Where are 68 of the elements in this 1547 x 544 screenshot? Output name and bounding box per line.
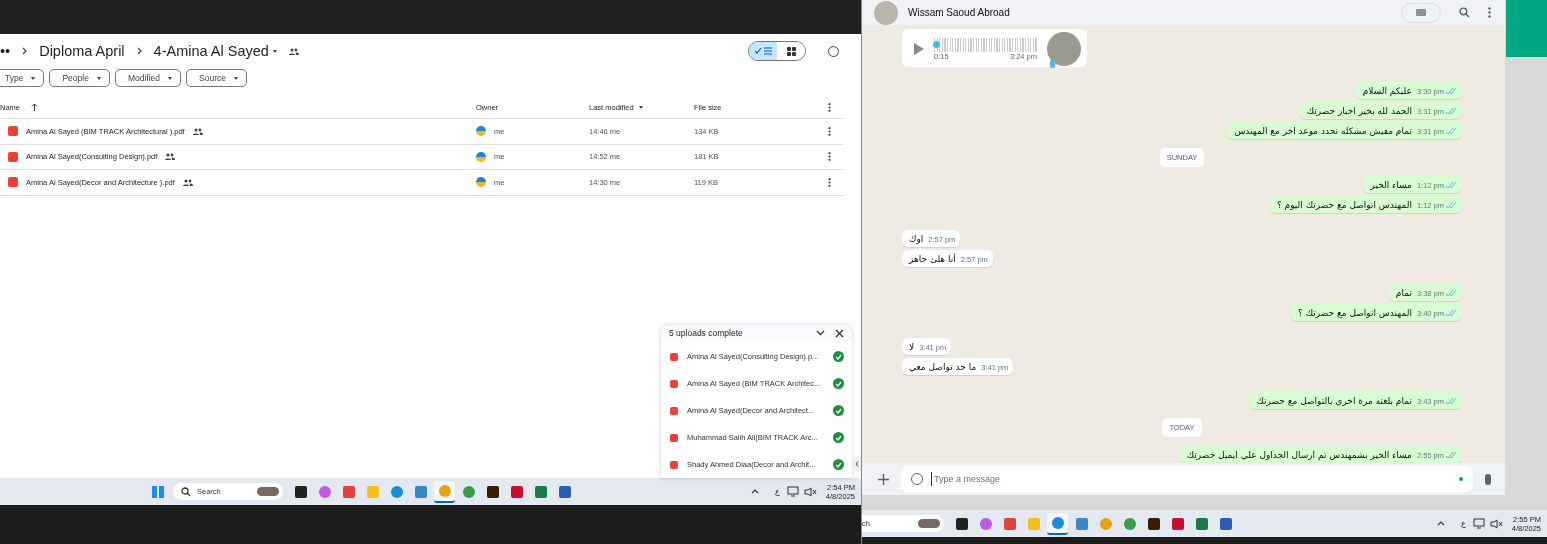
breadcrumb-folder[interactable]: Diploma April — [39, 43, 125, 59]
network-icon[interactable] — [1472, 518, 1487, 529]
keyboard-language[interactable]: ع — [1456, 519, 1470, 528]
message-composer[interactable]: Type a message — [901, 466, 1473, 493]
pdf-file-icon — [8, 151, 18, 162]
search-icon — [181, 486, 191, 497]
close-icon[interactable] — [835, 328, 844, 338]
owner-avatar — [476, 177, 486, 188]
owner-avatar — [476, 126, 486, 137]
status-dot — [1459, 477, 1463, 482]
sort-caret-icon — [638, 105, 643, 109]
window-background — [1506, 0, 1547, 57]
message-text: مساء الخير — [1370, 180, 1412, 191]
message-text: عليكم السلام — [1362, 86, 1412, 97]
owner-avatar — [476, 151, 486, 162]
more-options-icon[interactable] — [828, 126, 831, 136]
grid-icon — [786, 46, 796, 56]
play-icon[interactable] — [914, 43, 924, 56]
pdf-file-icon — [670, 406, 678, 415]
network-icon[interactable] — [786, 486, 801, 497]
message-text: تمام — [1395, 288, 1412, 299]
message-text: تمام بلغته مرة اخري بالتواصل مع حضرتك — [1256, 396, 1412, 407]
pdf-file-icon — [670, 379, 678, 388]
windows-start-icon[interactable] — [152, 485, 164, 498]
message-text: أنا هلئ جاهز — [909, 254, 956, 265]
current-folder-dropdown[interactable]: 4-Amina Al Sayed — [153, 43, 277, 59]
more-options-icon[interactable] — [828, 102, 831, 112]
pdf-file-icon — [8, 177, 18, 188]
chevron-up-icon[interactable] — [1436, 521, 1445, 526]
breadcrumb-overflow[interactable]: •• — [0, 43, 11, 59]
search-icon[interactable] — [1459, 7, 1470, 19]
message-text: ما حد تواصل معي — [909, 362, 977, 373]
message-text: تمام مفيش مشكله نحدد موعد اخر مع المهندس — [1234, 126, 1412, 137]
pdf-file-icon — [670, 433, 678, 442]
filter-chip[interactable]: People — [49, 69, 110, 87]
message-text: الحمد لله بخير اخبار حضرتك — [1306, 106, 1412, 117]
filter-chip[interactable]: Source — [186, 69, 247, 87]
chevron-up-icon[interactable] — [750, 489, 759, 494]
shared-people-icon — [288, 47, 299, 55]
message-text: المهندس اتواصل مع حضرتك ؟ — [1298, 308, 1412, 319]
message-text: مساء الخير بشمهندس تم ارسال الجداول علي ايميل حضرتك — [1186, 450, 1412, 461]
muted-speaker-icon[interactable] — [1489, 518, 1503, 529]
filter-chip[interactable]: Type — [0, 69, 45, 87]
keyboard-language[interactable]: ع — [770, 487, 784, 496]
chevron-left-icon — [855, 461, 859, 467]
pdf-file-icon — [8, 126, 18, 137]
pdf-file-icon — [670, 460, 678, 469]
filter-chip[interactable]: Modified — [114, 69, 182, 87]
list-view-button[interactable] — [749, 42, 777, 60]
chevron-down-icon[interactable] — [816, 330, 825, 336]
more-options-icon[interactable] — [828, 177, 831, 187]
message-text: لا — [909, 342, 915, 353]
checked-list-icon — [754, 47, 772, 55]
muted-speaker-icon[interactable] — [803, 486, 817, 497]
plus-icon[interactable] — [878, 473, 889, 485]
playback-slider-thumb[interactable] — [933, 41, 941, 49]
chevron-right-icon — [136, 47, 142, 55]
video-call-button[interactable] — [1401, 2, 1441, 23]
message-text: المهندس اتواصل مع حضرتك اليوم ؟ — [1276, 200, 1412, 211]
pdf-file-icon — [670, 352, 678, 361]
menu-icon[interactable] — [1488, 7, 1491, 19]
message-text: اوك — [909, 234, 924, 245]
chevron-right-icon — [22, 47, 28, 55]
uploads-title: 5 uploads complete — [669, 328, 744, 338]
more-options-icon[interactable] — [828, 152, 831, 162]
sort-up-arrow-icon — [31, 103, 38, 111]
microphone-icon[interactable] — [1485, 473, 1491, 485]
microphone-icon — [1050, 59, 1055, 69]
